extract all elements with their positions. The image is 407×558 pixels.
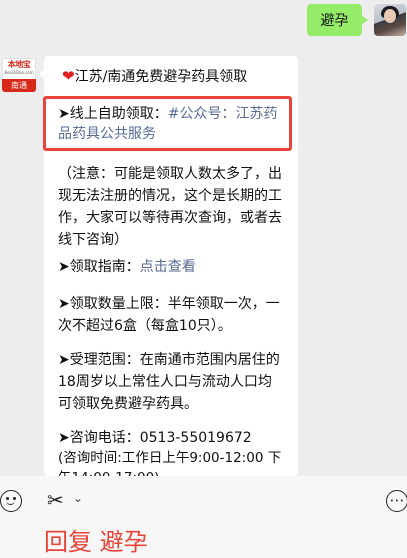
scissors-icon[interactable]: ✂ — [47, 488, 64, 512]
official-account-link[interactable]: #公众号：江苏药 — [168, 106, 278, 122]
limit-line-1: ➤领取数量上限：半年领取一次，一 — [58, 296, 280, 312]
article-title: ❤江苏/南通免费避孕药具领取 — [62, 67, 248, 85]
phone-line-3: 午14:00-17:00) — [58, 468, 159, 476]
scope-line-2: 18周岁以上常住人口与流动人口均 — [58, 374, 272, 390]
my-avatar[interactable] — [374, 4, 406, 36]
official-account-link-cont[interactable]: 品药具公共服务 — [58, 124, 156, 144]
note-line-4: 线下咨询） — [58, 232, 128, 248]
note-line-3: 作，大家可以等待再次查询，或者去 — [58, 210, 282, 226]
outgoing-message-text: 避孕 — [320, 13, 349, 29]
scope-line-3: 可领取免费避孕药具。 — [58, 396, 198, 412]
reply-caption: 回复 避孕 — [44, 528, 148, 556]
phone-line-1: ➤咨询电话：0513-55019672 — [58, 430, 252, 446]
avatar-logo-text: 本地宝 — [7, 60, 31, 69]
scope-line-1: ➤受理范围：在南通市范围内居住的 — [58, 352, 280, 368]
more-options-icon[interactable]: ⋯ — [386, 490, 407, 512]
note-line-1: （注意：可能是领取人数太多了，出 — [58, 166, 282, 182]
input-bar: ✂ ⌄ ⋯ 回复 避孕 — [0, 476, 407, 558]
online-claim-line: ➤线上自助领取：#公众号：江苏药 — [58, 106, 278, 122]
outgoing-message-bubble[interactable]: 避孕 — [307, 4, 368, 36]
phone-line-2: (咨询时间:工作日上午9:00-12:00 下 — [58, 450, 282, 466]
emoji-icon[interactable] — [0, 490, 22, 512]
chevron-down-icon[interactable]: ⌄ — [73, 491, 83, 505]
avatar-logo-sub: BenDiBao.com — [4, 70, 34, 75]
heart-icon: ❤ — [62, 67, 75, 85]
incoming-message-bubble[interactable]: ❤江苏/南通免费避孕药具领取 ➤线上自助领取：#公众号：江苏药 品药具公共服务 … — [38, 56, 298, 476]
guide-link[interactable]: 点击查看 — [140, 259, 196, 275]
official-account-avatar[interactable]: 本地宝 BenDiBao.com 南通 — [2, 58, 36, 92]
avatar-city-label: 南通 — [2, 79, 36, 92]
guide-line: ➤领取指南：点击查看 — [58, 259, 196, 275]
note-line-2: 现无法注册的情况，这个是长期的工 — [58, 188, 282, 204]
limit-line-2: 次不超过6盒（每盒10只）。 — [58, 318, 232, 334]
